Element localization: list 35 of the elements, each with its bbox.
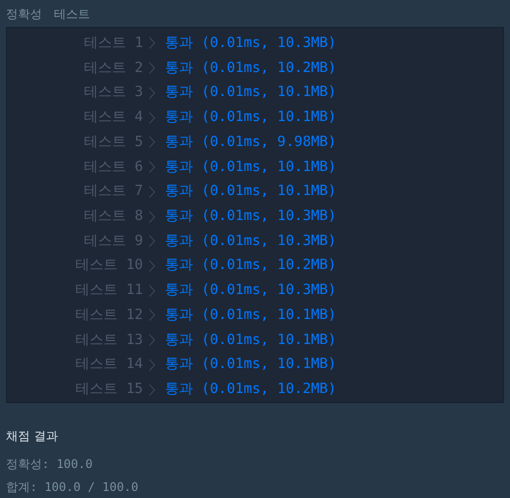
summary-line: 합계: 100.0 / 100.0: [6, 479, 138, 496]
chevron-right-icon: [149, 235, 155, 248]
chevron-right-icon: [149, 186, 155, 198]
chevron-right-icon: [149, 260, 155, 272]
test-result: 통과 (0.01ms, 9.98MB): [165, 132, 336, 152]
test-result: 통과 (0.01ms, 10.1MB): [165, 355, 336, 374]
chevron-right-icon: [149, 86, 155, 99]
test-result: 통과 (0.01ms, 10.1MB): [165, 306, 336, 325]
test-result: 통과 (0.01ms, 10.3MB): [165, 281, 336, 300]
chevron-right-icon: [149, 210, 155, 222]
chevron-right-icon: [149, 284, 155, 297]
chevron-right-icon: [149, 309, 155, 322]
section-subtitle: 테스트: [54, 6, 90, 23]
test-result: 통과 (0.01ms, 10.1MB): [165, 83, 336, 102]
test-result: 통과 (0.01ms, 10.1MB): [165, 158, 336, 177]
section-title: 정확성: [6, 6, 42, 23]
chevron-right-icon: [149, 161, 155, 174]
chevron-right-icon: [149, 136, 155, 148]
chevron-right-icon: [149, 112, 155, 124]
test-result: 통과 (0.01ms, 10.2MB): [165, 380, 336, 400]
summary-title: 채점 결과: [6, 428, 58, 445]
summary-line: 정확성: 100.0: [6, 456, 93, 473]
chevron-right-icon: [149, 384, 155, 396]
test-result: 통과 (0.01ms, 10.1MB): [165, 108, 336, 128]
chevron-right-icon: [149, 62, 155, 74]
test-result: 통과 (0.01ms, 10.1MB): [165, 330, 336, 350]
chevron-right-icon: [149, 358, 155, 371]
chevron-right-icon: [149, 37, 155, 50]
test-result: 통과 (0.01ms, 10.3MB): [165, 34, 336, 53]
test-result: 통과 (0.01ms, 10.3MB): [165, 232, 336, 251]
test-result: 통과 (0.01ms, 10.2MB): [165, 58, 336, 78]
test-result: 통과 (0.01ms, 10.2MB): [165, 256, 336, 276]
chevron-right-icon: [149, 334, 155, 346]
test-result: 통과 (0.01ms, 10.3MB): [165, 207, 336, 226]
test-result: 통과 (0.01ms, 10.1MB): [165, 182, 336, 202]
